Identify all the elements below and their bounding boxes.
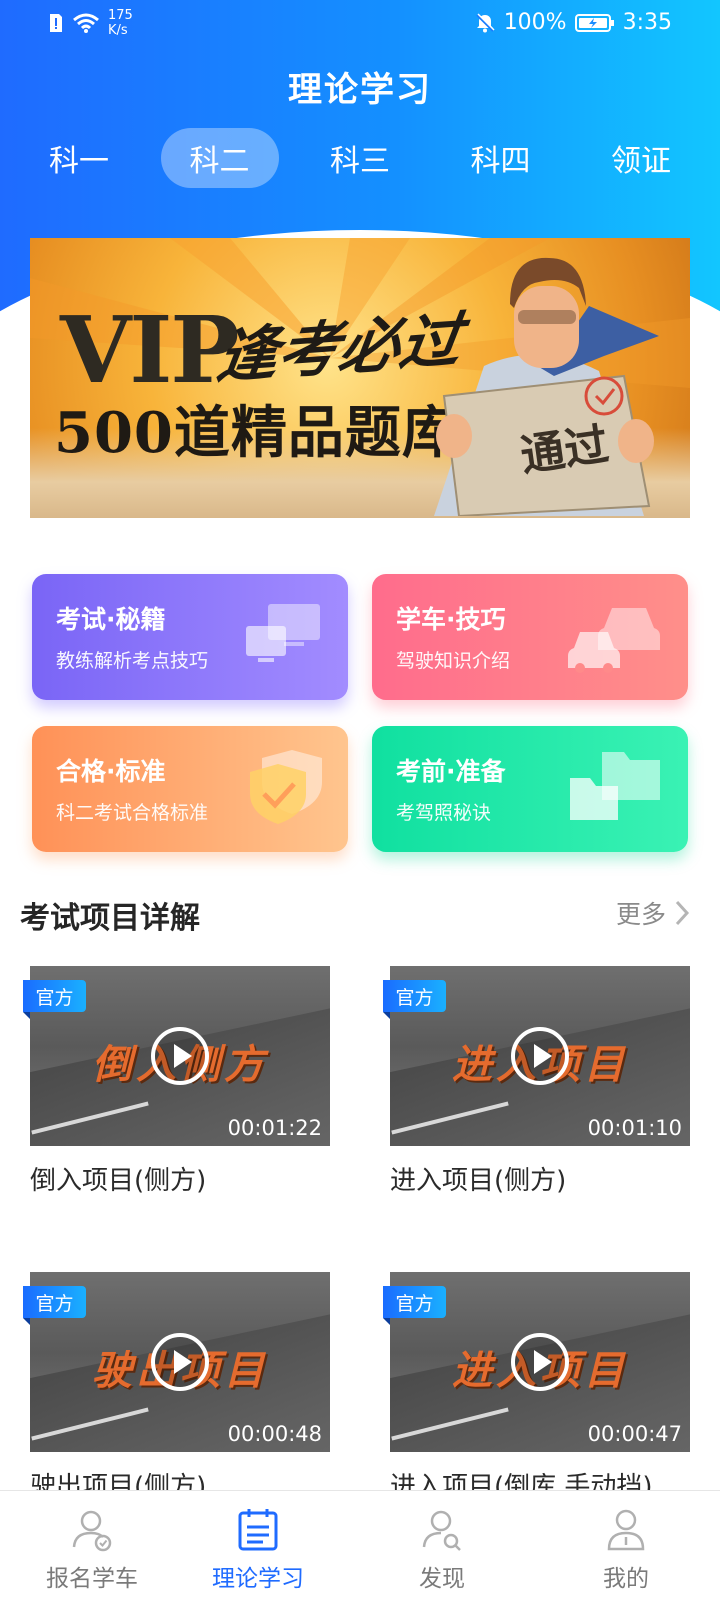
speed-unit: K/s	[108, 23, 128, 38]
nav-item-me[interactable]: 我的	[556, 1507, 696, 1593]
official-badge: 官方	[23, 1286, 86, 1318]
card-pre-exam[interactable]: 考前·准备 考驾照秘诀	[372, 726, 688, 852]
bottom-nav: 报名学车 理论学习 发现 我的	[0, 1490, 720, 1600]
card-title: 考试·秘籍	[56, 605, 166, 634]
badge-fold	[23, 1012, 30, 1019]
nav-item-signup[interactable]: 报名学车	[22, 1507, 162, 1593]
subject-tabs: 科一 科二 科三 科四 领证	[20, 128, 700, 188]
tab-ling-zheng[interactable]: 领证	[582, 128, 700, 188]
nav-label: 报名学车	[46, 1566, 138, 1592]
chevron-right-icon	[675, 900, 690, 926]
badge-fold	[23, 1318, 30, 1325]
nav-label: 理论学习	[212, 1566, 304, 1592]
section-title: 考试项目详解	[20, 901, 200, 936]
banner-headline: 500道精品题库	[54, 400, 459, 466]
status-left: 175 K/s	[48, 8, 133, 38]
video-duration: 00:00:47	[587, 1422, 682, 1446]
nav-label: 发现	[419, 1566, 465, 1592]
tab-ke-er[interactable]: 科二	[160, 128, 279, 188]
page-title: 理论学习	[288, 70, 432, 110]
card-subtitle: 科二考试合格标准	[56, 802, 209, 824]
official-badge: 官方	[23, 980, 86, 1012]
tab-ke-yi[interactable]: 科一	[20, 128, 138, 188]
speed-value: 175	[108, 8, 133, 23]
person-icon	[607, 1509, 645, 1551]
more-label: 更多	[615, 900, 666, 929]
more-link[interactable]: 更多	[616, 895, 690, 931]
card-subtitle: 考驾照秘诀	[396, 802, 492, 824]
nav-item-theory[interactable]: 理论学习	[188, 1507, 328, 1593]
card-exam-tips[interactable]: 考试·秘籍 教练解析考点技巧	[32, 574, 348, 700]
badge-fold	[383, 1318, 390, 1325]
badge-fold	[383, 1012, 390, 1019]
banner-paper-text: 通过	[517, 419, 612, 482]
network-speed: 175 K/s	[108, 8, 133, 38]
play-icon[interactable]	[150, 1026, 210, 1086]
nav-label: 我的	[603, 1566, 649, 1592]
video-duration: 00:00:48	[227, 1422, 322, 1446]
video-card[interactable]: 进入项目 00:01:10 官方 进入项目(侧方)	[383, 966, 690, 1197]
battery-charging-icon	[574, 13, 614, 32]
video-title: 倒入项目(侧方)	[30, 1166, 207, 1196]
status-bar: 175 K/s 100% 3:35	[0, 0, 720, 50]
nav-item-discover[interactable]: 发现	[372, 1507, 512, 1593]
official-badge: 官方	[383, 1286, 446, 1318]
tab-ke-san[interactable]: 科三	[301, 128, 419, 188]
folders-icon	[570, 752, 660, 820]
card-subtitle: 驾驶知识介绍	[396, 650, 511, 672]
cars-icon	[568, 608, 660, 673]
tab-ke-si[interactable]: 科四	[442, 128, 560, 188]
official-badge: 官方	[383, 980, 446, 1012]
user-check-icon	[72, 1510, 112, 1552]
calendar-list-icon	[238, 1509, 278, 1551]
battery-percent: 100%	[503, 10, 567, 35]
card-title: 学车·技巧	[396, 605, 506, 634]
computer-icon	[246, 604, 320, 662]
app-screen: 175 K/s 100% 3:35 理论学习 科一 科二 科三 科四 领证 VI…	[0, 0, 720, 1600]
video-card[interactable]: 进入项目 00:00:47 官方 进入项目(倒库,手动挡)	[383, 1272, 690, 1503]
card-pass-standard[interactable]: 合格·标准 科二考试合格标准	[32, 726, 348, 852]
sim-alert-icon	[50, 14, 62, 32]
play-icon[interactable]	[150, 1332, 210, 1392]
card-subtitle: 教练解析考点技巧	[56, 650, 209, 672]
play-icon[interactable]	[510, 1026, 570, 1086]
video-card[interactable]: 驶出项目 00:00:48 官方 驶出项目(侧方)	[23, 1272, 330, 1503]
play-icon[interactable]	[510, 1332, 570, 1392]
vip-banner[interactable]: VIP 逢考必过 500道精品题库 通过	[30, 238, 690, 518]
card-driving-skills[interactable]: 学车·技巧 驾驶知识介绍	[372, 574, 688, 700]
video-duration: 00:01:10	[587, 1116, 682, 1140]
shield-check-icon	[250, 750, 322, 824]
clock-time: 3:35	[622, 10, 672, 35]
user-search-icon	[422, 1510, 461, 1551]
bell-muted-icon	[475, 12, 495, 32]
status-right: 100% 3:35	[474, 10, 672, 35]
card-title: 考前·准备	[396, 757, 506, 786]
video-card[interactable]: 倒入侧方 00:01:22 官方 倒入项目(侧方)	[23, 966, 330, 1197]
card-title: 合格·标准	[56, 757, 166, 786]
video-title: 进入项目(侧方)	[390, 1166, 567, 1196]
wifi-icon	[73, 13, 99, 33]
video-duration: 00:01:22	[227, 1116, 322, 1140]
